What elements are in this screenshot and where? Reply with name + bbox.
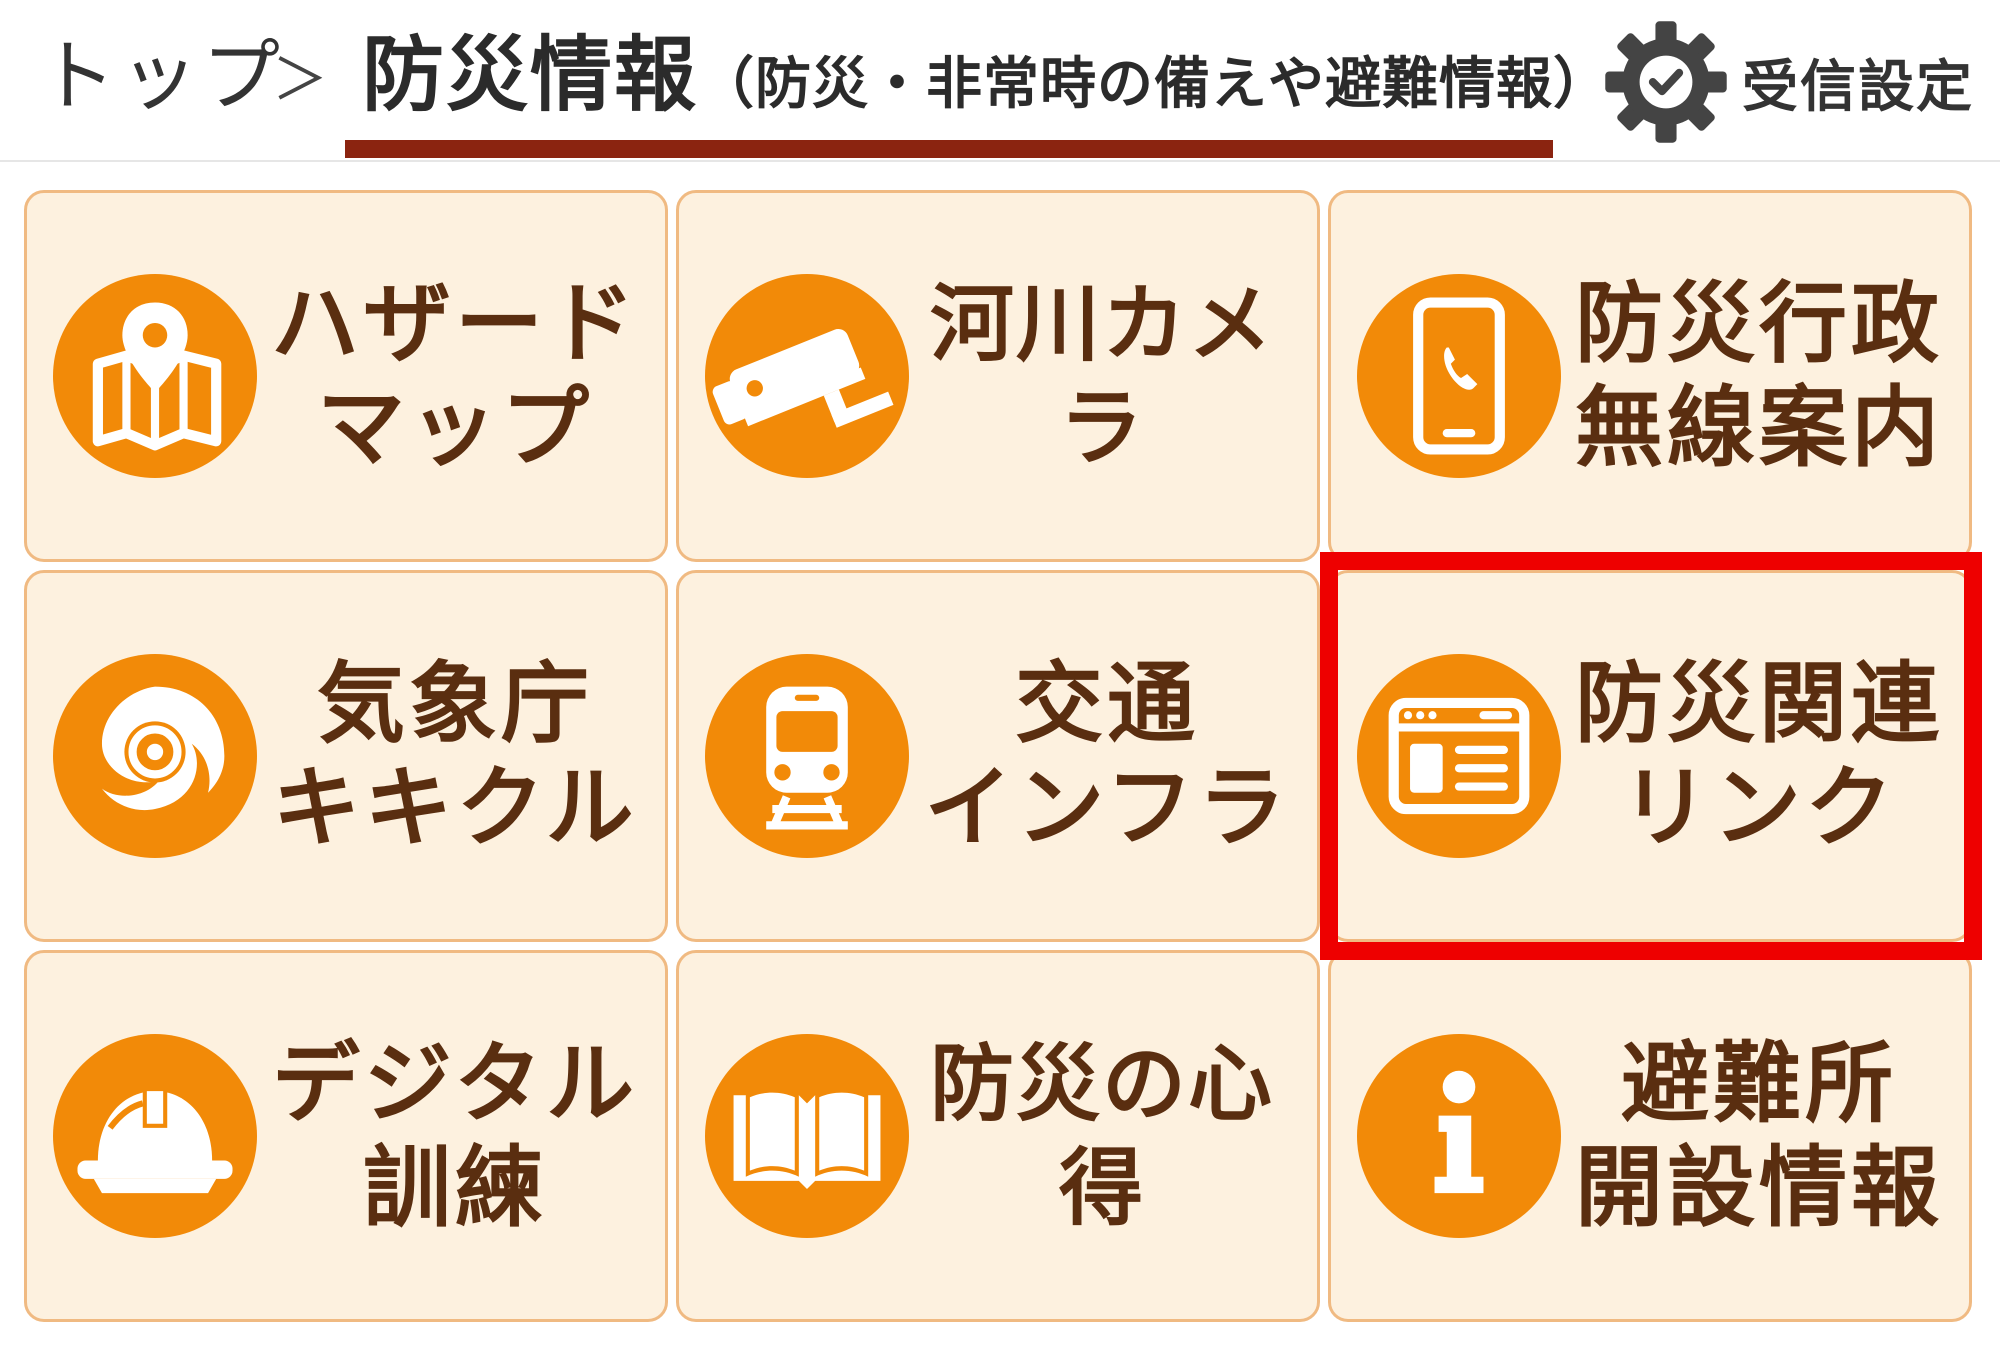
gear-check-icon [1605, 21, 1727, 143]
page-title: 防災情報（防災・非常時の備えや避難情報） [362, 20, 1610, 154]
page-title-main: 防災情報 [362, 28, 699, 123]
smartphone-icon [1357, 274, 1561, 478]
settings-label: 受信設定 [1742, 54, 1974, 120]
tile-label: 河川カメラ [929, 275, 1274, 477]
tile-label: デジタル 訓練 [271, 1032, 639, 1239]
tile-label: 防災の心得 [929, 1035, 1274, 1237]
book-icon [705, 1034, 909, 1238]
tile-jma-kikikuru[interactable]: 気象庁 キキクル [24, 570, 668, 942]
tile-digital-training[interactable]: デジタル 訓練 [24, 950, 668, 1322]
tile-disaster-links[interactable]: 防災関連 リンク [1328, 570, 1972, 942]
top-header: トップ ＞ 防災情報（防災・非常時の備えや避難情報） 受信設定 [0, 0, 2000, 162]
page-title-subtitle: （防災・非常時の備えや避難情報） [698, 52, 1611, 117]
tile-label: 防災行政 無線案内 [1574, 272, 1943, 479]
tile-label: ハザード マップ [270, 272, 639, 479]
tile-river-camera[interactable]: 河川カメラ [676, 190, 1320, 562]
typhoon-icon [53, 654, 257, 858]
info-icon [1357, 1034, 1561, 1238]
tile-label: 避難所 開設情報 [1574, 1032, 1943, 1239]
tile-label: 気象庁 キキクル [272, 652, 638, 859]
tile-disaster-knowledge[interactable]: 防災の心得 [676, 950, 1320, 1322]
tile-transport-infra[interactable]: 交通 インフラ [676, 570, 1320, 942]
helmet-icon [53, 1034, 257, 1238]
tile-label: 防災関連 リンク [1574, 652, 1943, 859]
map-pin-icon [53, 274, 257, 478]
tile-label: 交通 インフラ [924, 652, 1290, 859]
security-camera-icon [705, 274, 909, 478]
active-tab-underline [345, 140, 1553, 158]
notification-settings-button[interactable]: 受信設定 [1600, 21, 1974, 143]
breadcrumb-separator: ＞ [272, 48, 328, 113]
browser-window-icon [1357, 654, 1561, 858]
tile-shelter-info[interactable]: 避難所 開設情報 [1328, 950, 1972, 1322]
train-icon [705, 654, 909, 858]
tile-disaster-radio-info[interactable]: 防災行政 無線案内 [1328, 190, 1972, 562]
tile-hazard-map[interactable]: ハザード マップ [24, 190, 668, 562]
breadcrumb-top-link[interactable]: トップ [38, 22, 284, 132]
